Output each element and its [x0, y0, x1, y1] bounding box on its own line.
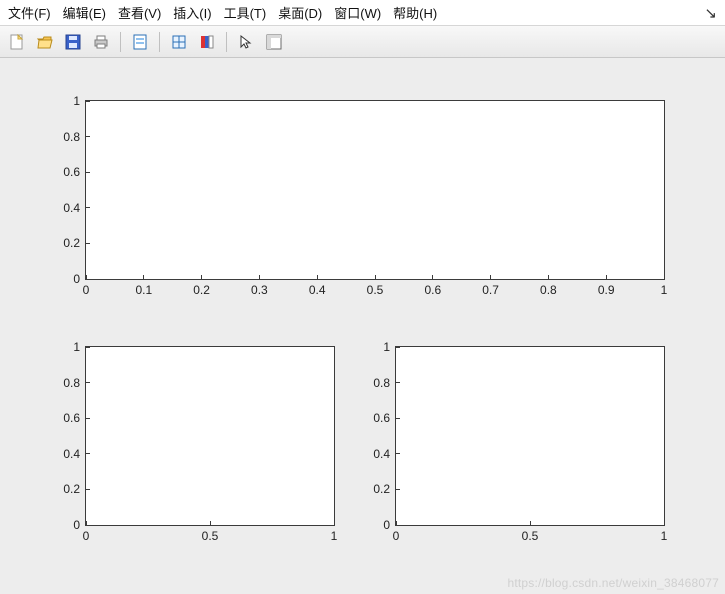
new-figure-icon[interactable]: [6, 31, 28, 53]
data-cursor-icon[interactable]: [168, 31, 190, 53]
y-tick-label: 0.8: [63, 130, 86, 144]
pointer-icon[interactable]: [235, 31, 257, 53]
toolbar-separator: [226, 32, 227, 52]
y-tick-label: 0.6: [63, 411, 86, 425]
toolbar-separator: [159, 32, 160, 52]
axes-2[interactable]: 00.20.40.60.8100.51: [85, 346, 335, 526]
x-tick-label: 0.3: [251, 279, 268, 297]
open-icon[interactable]: [34, 31, 56, 53]
menu-view[interactable]: 查看(V): [118, 3, 161, 22]
colorbar-icon[interactable]: [196, 31, 218, 53]
menu-desktop[interactable]: 桌面(D): [278, 3, 322, 22]
x-tick-label: 0.8: [540, 279, 557, 297]
figure-canvas[interactable]: 00.20.40.60.8100.10.20.30.40.50.60.70.80…: [0, 58, 725, 594]
menu-insert[interactable]: 插入(I): [173, 3, 211, 22]
x-tick-label: 0.4: [309, 279, 326, 297]
y-tick-label: 0.6: [373, 411, 396, 425]
menu-file[interactable]: 文件(F): [8, 3, 51, 22]
menu-help[interactable]: 帮助(H): [393, 3, 437, 22]
undock-icon[interactable]: ↘: [704, 4, 717, 22]
x-tick-label: 1: [661, 525, 668, 543]
x-tick-label: 1: [661, 279, 668, 297]
x-tick-label: 1: [331, 525, 338, 543]
axes-3[interactable]: 00.20.40.60.8100.51: [395, 346, 665, 526]
x-tick-label: 0: [83, 279, 90, 297]
toolbar-separator: [120, 32, 121, 52]
menu-window[interactable]: 窗口(W): [334, 3, 381, 22]
x-tick-label: 0: [83, 525, 90, 543]
x-tick-label: 0.6: [424, 279, 441, 297]
x-tick-label: 0.5: [202, 525, 219, 543]
x-tick-label: 0.2: [193, 279, 210, 297]
menu-tools[interactable]: 工具(T): [224, 3, 267, 22]
y-tick-label: 0.8: [373, 376, 396, 390]
toolbar: [0, 26, 725, 58]
axes-1[interactable]: 00.20.40.60.8100.10.20.30.40.50.60.70.80…: [85, 100, 665, 280]
plot-tools-icon[interactable]: [263, 31, 285, 53]
y-tick-label: 0.8: [63, 376, 86, 390]
x-tick-label: 0.5: [367, 279, 384, 297]
x-tick-label: 0.9: [598, 279, 615, 297]
x-tick-label: 0: [393, 525, 400, 543]
watermark-text: https://blog.csdn.net/weixin_38468077: [507, 576, 719, 590]
page-setup-icon[interactable]: [129, 31, 151, 53]
y-tick-label: 0.4: [373, 447, 396, 461]
y-tick-label: 0.4: [63, 447, 86, 461]
menubar: 文件(F) 编辑(E) 查看(V) 插入(I) 工具(T) 桌面(D) 窗口(W…: [0, 0, 725, 26]
menu-edit[interactable]: 编辑(E): [63, 3, 106, 22]
print-icon[interactable]: [90, 31, 112, 53]
x-tick-label: 0.7: [482, 279, 499, 297]
y-tick-label: 0.2: [63, 482, 86, 496]
x-tick-label: 0.5: [522, 525, 539, 543]
x-tick-label: 0.1: [135, 279, 152, 297]
y-tick-label: 0.4: [63, 201, 86, 215]
y-tick-label: 0.2: [63, 236, 86, 250]
y-tick-label: 0.2: [373, 482, 396, 496]
save-icon[interactable]: [62, 31, 84, 53]
y-tick-label: 0.6: [63, 165, 86, 179]
